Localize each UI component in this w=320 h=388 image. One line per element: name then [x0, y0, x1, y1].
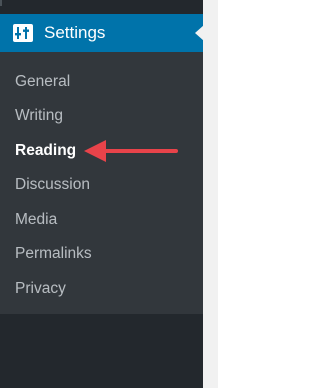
submenu-item-general[interactable]: General	[15, 72, 70, 92]
settings-menu-header[interactable]: Settings	[0, 14, 204, 52]
submenu-item-privacy[interactable]: Privacy	[15, 279, 66, 299]
settings-sliders-icon	[13, 24, 33, 42]
settings-label: Settings	[44, 23, 106, 42]
submenu-item-reading[interactable]: Reading	[15, 141, 76, 161]
submenu-item-discussion[interactable]: Discussion	[15, 175, 90, 195]
settings-submenu: General Writing Reading Discussion Media…	[0, 52, 203, 314]
submenu-item-permalinks[interactable]: Permalinks	[15, 244, 92, 264]
submenu-item-writing[interactable]: Writing	[15, 106, 63, 126]
strip-edge	[0, 0, 2, 6]
content-gutter	[203, 0, 218, 388]
red-arrow-annotation	[84, 140, 178, 162]
submenu-item-media[interactable]: Media	[15, 210, 57, 230]
menu-top-strip	[0, 0, 203, 14]
